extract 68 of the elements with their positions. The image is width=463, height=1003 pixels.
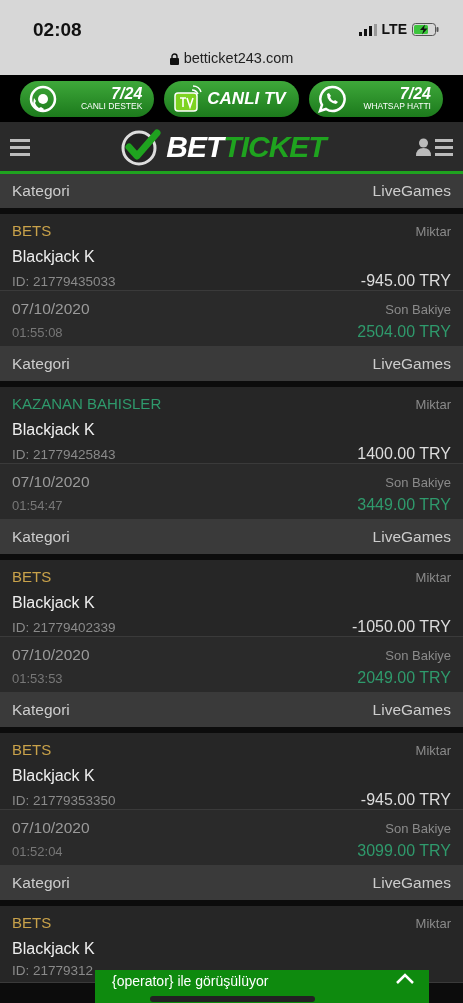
banner-button[interactable]: CANLI TV [164,80,299,117]
transaction-id: ID: 21779402339 [12,618,116,637]
tv-icon [172,83,203,114]
transaction-type: BETS [12,913,52,933]
game-name: Blackjack K [12,419,96,440]
game-name: Blackjack K [12,938,96,959]
banner-button[interactable]: 7/24 WHATSAP HATTI [308,80,443,117]
battery-charging-icon [412,23,439,36]
balance-value: 3099.00 TRY [357,841,451,862]
transaction-date: 07/10/2020 [12,299,90,319]
amount-label: Miktar [415,569,451,587]
transaction-id: ID: 21779353350 [12,791,116,810]
category-value: LiveGames [372,181,451,202]
amount-value: 1400.00 TRY [357,443,451,464]
lock-icon [169,52,179,65]
game-name: Blackjack K [12,592,96,613]
balance-label: Son Bakiye [385,647,451,665]
category-label: Kategori [12,527,70,548]
amount-value: -945.00 TRY [360,789,451,810]
transaction-time: 01:52:04 [12,843,63,862]
transaction-id: ID: 21779425843 [12,445,116,464]
transaction-id: ID: 21779312 [12,961,94,980]
balance-value: 3449.00 TRY [357,495,451,516]
clock-time: 02:08 [33,18,82,42]
category-value: LiveGames [372,527,451,548]
chat-bar[interactable]: {operator} ile görüşülüyor [95,970,429,1003]
balance-label: Son Bakiye [385,301,451,319]
amount-label: Miktar [415,915,451,933]
signal-icon [358,23,377,36]
menu-icon [435,137,453,156]
balance-label: Son Bakiye [385,820,451,838]
transaction-date: 07/10/2020 [12,818,90,838]
balance-label: Son Bakiye [385,474,451,492]
balance-value: 2049.00 TRY [357,668,451,689]
account-menu-button[interactable] [416,137,453,156]
transaction-time: 01:55:08 [12,324,63,343]
amount-label: Miktar [415,223,451,241]
transaction-date: 07/10/2020 [12,645,90,665]
address-url[interactable]: betticket243.com [183,48,294,70]
category-value: LiveGames [372,700,451,721]
transaction-date: 07/10/2020 [12,472,90,492]
chevron-up-icon [395,973,415,985]
transaction-type: KAZANAN BAHISLER [12,394,162,414]
game-name: Blackjack K [12,246,96,267]
amount-value: -1050.00 TRY [351,616,451,637]
transaction-type: BETS [12,740,52,760]
game-name: Blackjack K [12,765,96,786]
transaction-type: BETS [12,567,52,587]
amount-value: -945.00 TRY [360,270,451,291]
transaction-id: ID: 21779435033 [12,272,116,291]
category-value: LiveGames [372,354,451,375]
transaction-time: 01:53:53 [12,670,63,689]
category-value: LiveGames [372,873,451,894]
user-icon [416,137,431,156]
amount-label: Miktar [415,396,451,414]
category-label: Kategori [12,700,70,721]
category-label: Kategori [12,181,70,202]
chat-bubble-phone-icon [316,83,347,114]
category-label: Kategori [12,354,70,375]
menu-icon [10,138,30,157]
transaction-time: 01:54:47 [12,497,63,516]
check-circle-icon [120,126,163,167]
amount-label: Miktar [415,742,451,760]
category-label: Kategori [12,873,70,894]
banner-button[interactable]: 7/24 CANLI DESTEK [20,80,155,117]
balance-value: 2504.00 TRY [357,322,451,343]
network-label: LTE [381,20,407,39]
transaction-type: BETS [12,221,52,241]
